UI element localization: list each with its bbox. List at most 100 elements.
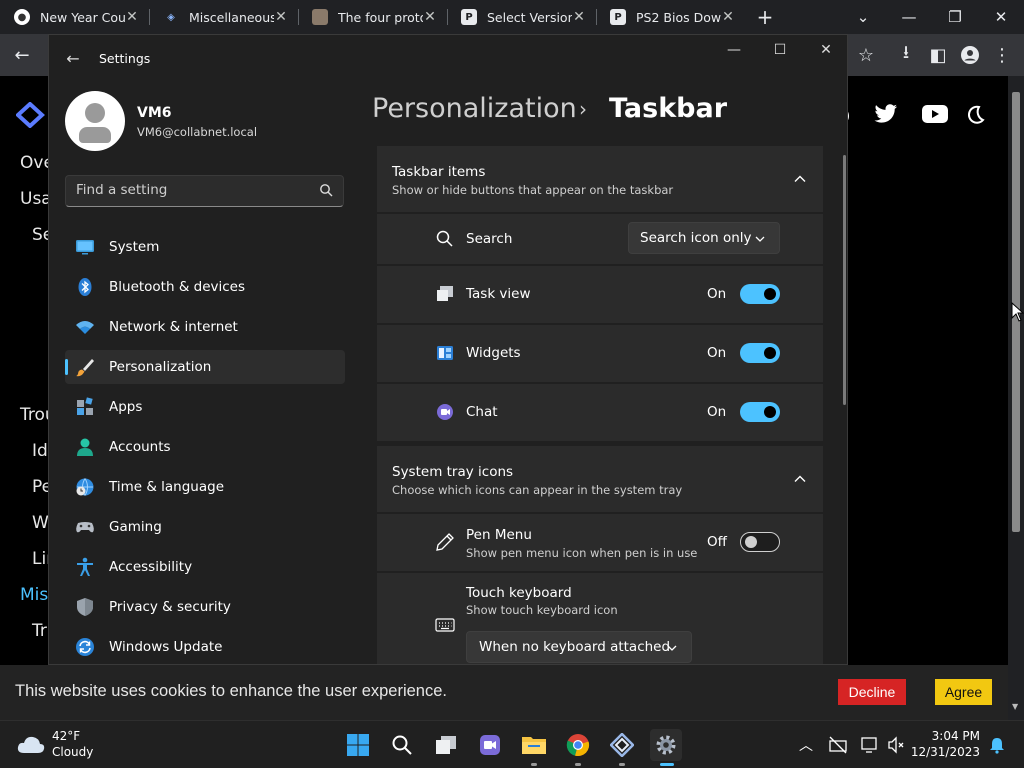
find-setting-box[interactable] [65,175,344,207]
row-label: Chat [466,404,498,420]
nav-fragment-active[interactable]: Mis [20,585,48,605]
minimize-button[interactable]: — [711,39,757,61]
nav-fragment[interactable]: Usa [20,189,52,209]
menu-kebab-icon[interactable]: ⋮ [990,43,1014,67]
pen-menu-toggle[interactable] [740,532,780,552]
apps-icon [77,397,93,415]
sidebar-item-bluetooth[interactable]: Bluetooth & devices [65,270,345,304]
network-disconnected-button[interactable] [822,729,854,761]
notification-bell-icon[interactable] [988,736,1006,754]
scroll-down-arrow-icon[interactable]: ▼ [1012,702,1018,711]
back-arrow-icon[interactable]: ← [10,43,34,67]
browser-restore-button[interactable]: ❐ [932,0,978,34]
taskbar-items-header[interactable]: Taskbar items Show or hide buttons that … [377,146,823,212]
row-description: Show pen menu icon when pen is in use [466,546,698,560]
task-view-icon [437,286,453,301]
weather-description[interactable]: Cloudy [52,745,93,759]
nav-fragment[interactable]: Tr [32,621,47,641]
chevron-up-icon[interactable] [793,172,807,186]
profile-icon[interactable] [958,43,982,67]
close-tab-icon[interactable]: ✕ [721,9,735,25]
chat-icon [480,735,500,755]
sidebar-item-gaming[interactable]: Gaming [65,510,345,544]
sidebar-item-personalization[interactable]: Personalization [65,350,345,384]
clock-date[interactable]: 12/31/2023 [910,745,980,759]
row-label: Search [466,231,513,247]
weather-temperature[interactable]: 42°F [52,729,80,743]
running-indicator [619,763,625,766]
browser-close-button[interactable]: ✕ [978,0,1024,34]
show-hidden-icons-chevron-icon[interactable]: ︿ [790,729,822,761]
file-explorer-button[interactable] [518,729,550,761]
settings-scrollbar[interactable] [843,155,846,405]
chevron-up-icon[interactable] [793,472,807,486]
chrome-button[interactable] [562,729,594,761]
start-button[interactable] [342,729,374,761]
sidebar-item-accounts[interactable]: Accounts [65,430,345,464]
back-arrow-icon[interactable]: ← [63,48,83,68]
time-language-icon [76,478,94,496]
page-scrollbar[interactable]: ▼ [1008,76,1024,720]
close-tab-icon[interactable]: ✕ [125,9,139,25]
tab-select-version[interactable]: P Select Version ✕ [447,0,596,34]
sidebar-item-accessibility[interactable]: Accessibility [65,550,345,584]
volume-muted-button[interactable] [880,729,912,761]
sidebar-item-label: Network & internet [109,319,238,335]
nav-fragment[interactable]: W [32,513,49,533]
bookmark-star-icon[interactable]: ☆ [854,43,878,67]
tab-title: Select Version [487,9,572,25]
close-tab-icon[interactable]: ✕ [274,9,288,25]
sidebar-item-network[interactable]: Network & internet [65,310,345,344]
settings-app-button[interactable] [650,729,682,761]
decline-cookies-button[interactable]: Decline [838,679,906,705]
new-tab-button[interactable]: + [745,5,785,29]
row-label: Task view [466,286,531,302]
gear-icon [656,735,676,755]
tab-four-prototypes[interactable]: The four protot ✕ [298,0,447,34]
find-setting-input[interactable] [76,182,316,198]
sidebar-item-system[interactable]: System [65,230,345,264]
task-view-toggle[interactable] [740,284,780,304]
touch-keyboard-dropdown[interactable]: When no keyboard attached [466,631,692,663]
dark-mode-moon-icon[interactable] [964,104,986,126]
sidebar-item-privacy-security[interactable]: Privacy & security [65,590,345,624]
tab-search-chevron-icon[interactable]: ⌄ [840,0,886,34]
close-button[interactable]: ✕ [803,39,847,61]
touch-keyboard-row: Touch keyboard Show touch keyboard icon … [377,573,823,664]
sidebar-item-time-language[interactable]: Time & language [65,470,345,504]
sidebar-item-label: Accounts [109,439,171,455]
twitter-icon[interactable] [874,104,898,124]
tab-miscellaneous[interactable]: ◈ Miscellaneous | ✕ [149,0,298,34]
close-tab-icon[interactable]: ✕ [572,9,586,25]
agree-cookies-button[interactable]: Agree [935,679,992,705]
download-icon[interactable]: ⭳ [894,42,918,67]
section-subtitle: Show or hide buttons that appear on the … [392,183,674,197]
browser-minimize-button[interactable]: — [886,0,932,34]
sidebar-item-label: Personalization [109,359,212,375]
sidebar-item-windows-update[interactable]: Windows Update [65,630,345,664]
task-view-button[interactable] [430,729,462,761]
close-tab-icon[interactable]: ✕ [423,9,437,25]
chevron-down-icon [667,645,677,651]
youtube-icon[interactable] [922,104,948,124]
tab-new-year-countdown[interactable]: ● New Year Coun ✕ [0,0,149,34]
cloudy-weather-icon[interactable] [16,733,46,755]
maximize-button[interactable]: ☐ [757,39,803,61]
avatar[interactable] [65,91,125,151]
system-tray-header[interactable]: System tray icons Choose which icons can… [377,446,823,512]
mouse-cursor-icon [1011,302,1024,322]
widgets-icon [437,346,453,360]
app-button[interactable] [606,729,638,761]
breadcrumb-parent[interactable]: Personalization [372,93,577,124]
tab-ps2-bios[interactable]: P PS2 Bios Down ✕ [596,0,745,34]
taskbar-search-button[interactable] [386,729,418,761]
chat-toggle[interactable] [740,402,780,422]
side-panel-icon[interactable]: ◧ [926,43,950,67]
search-mode-dropdown[interactable]: Search icon only [628,222,780,254]
widgets-toggle[interactable] [740,343,780,363]
sidebar-item-apps[interactable]: Apps [65,390,345,424]
clock-time[interactable]: 3:04 PM [930,729,980,743]
search-icon[interactable] [319,183,333,197]
chat-button[interactable] [474,729,506,761]
pen-menu-row: Pen Menu Show pen menu icon when pen is … [377,514,823,571]
